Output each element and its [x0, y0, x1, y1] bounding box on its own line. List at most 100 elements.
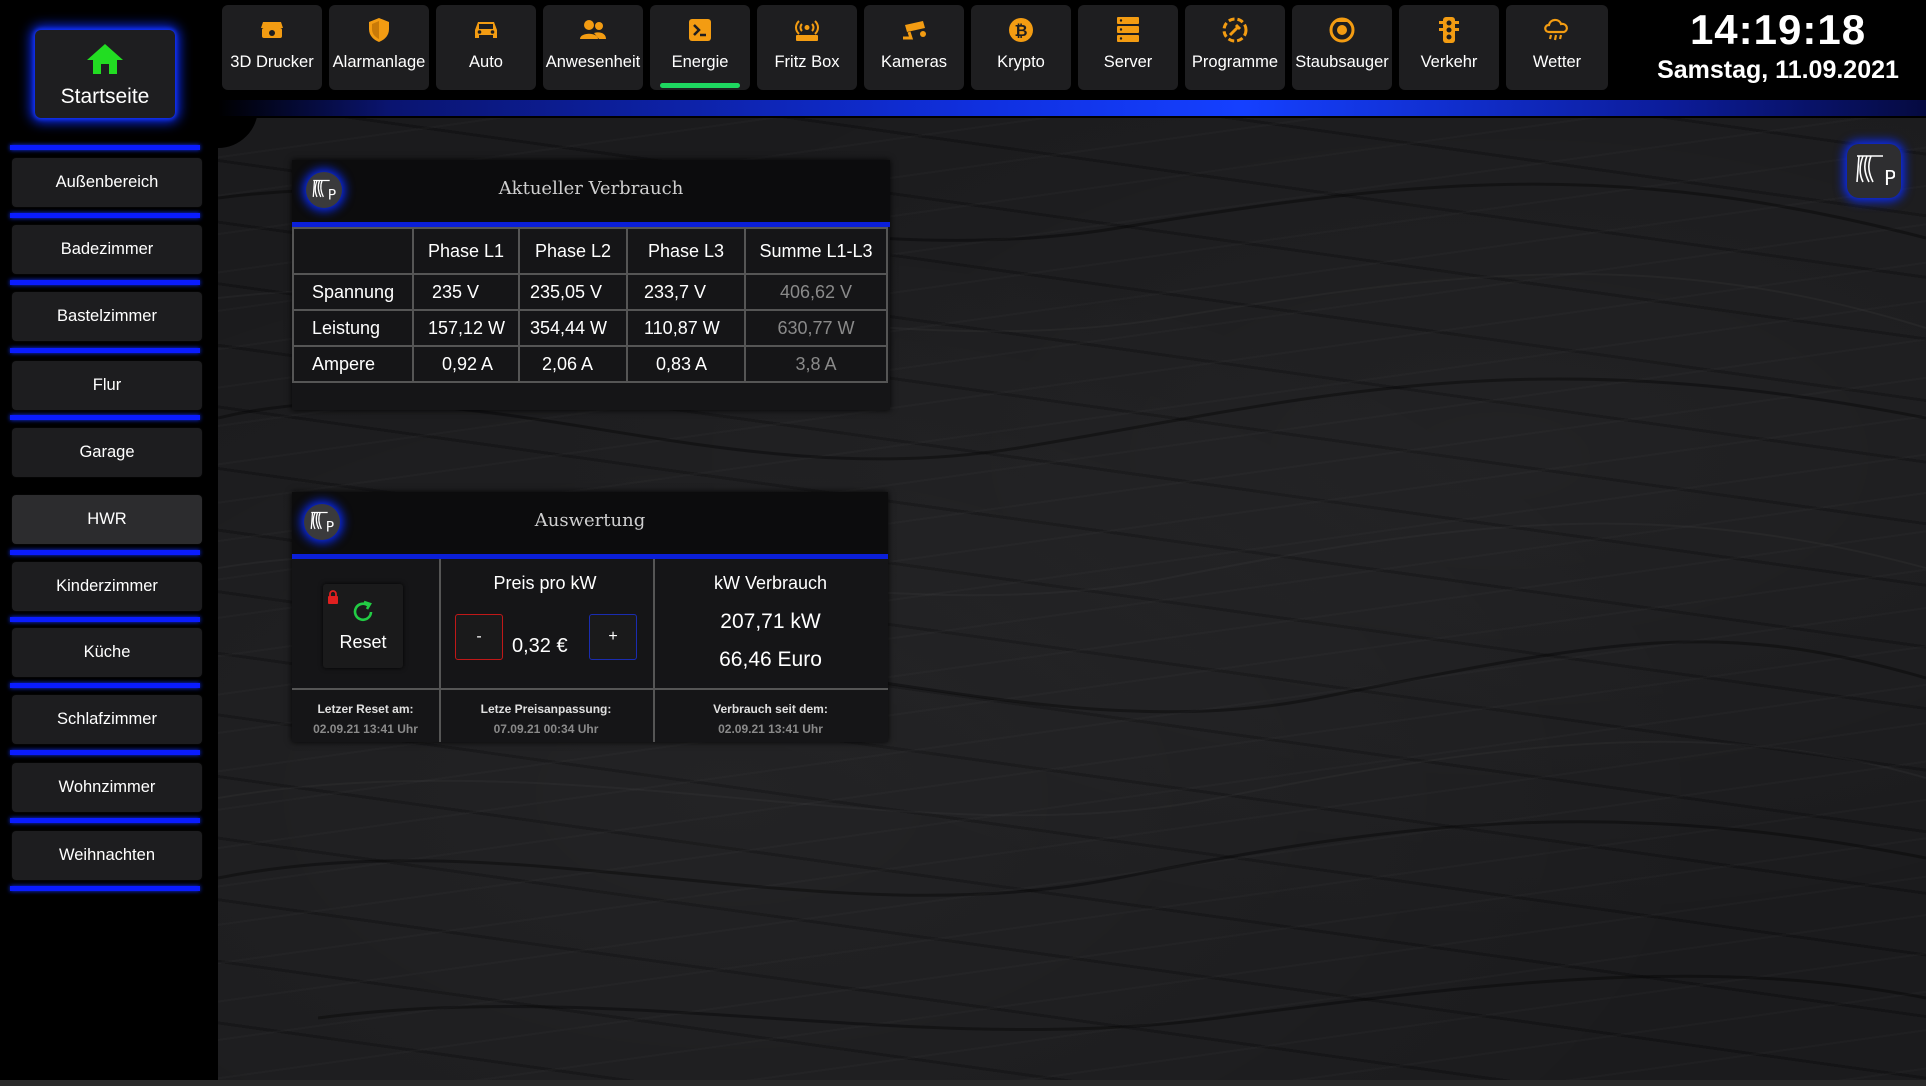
panel-logo-icon: P — [304, 504, 340, 540]
last-price-value: 07.09.21 00:34 Uhr — [493, 722, 599, 736]
sidebar-divider — [10, 415, 200, 420]
top-nav: 3D Drucker Alarmanlage Auto Anwesenheit … — [218, 0, 1618, 96]
sidebar-divider — [10, 213, 200, 218]
table-cell: 406,62 V — [744, 273, 888, 311]
table-cell: 110,87 W — [626, 309, 746, 347]
table-cell: 235,05 V — [518, 273, 628, 311]
sidebar-divider — [10, 280, 200, 285]
svg-text:P: P — [326, 519, 334, 534]
clock-date: Samstag, 11.09.2021 — [1657, 56, 1899, 84]
usage-kw: 207,71 kW — [720, 610, 821, 633]
price-label: Preis pro kW — [493, 573, 597, 593]
table-row: Spannung 235 V 235,05 V 233,7 V 406,62 V — [292, 273, 888, 311]
sidebar-item-weihnachten[interactable]: Weihnachten — [12, 831, 202, 880]
printer-3d-icon — [257, 15, 287, 45]
tab-label: Fritz Box — [774, 53, 840, 71]
tab-label: Server — [1103, 53, 1153, 71]
reset-button[interactable]: Reset — [323, 584, 403, 668]
tab-label: Programme — [1191, 53, 1279, 71]
sidebar-item-kueche[interactable]: Küche — [12, 628, 202, 677]
tab-energie[interactable]: Energie — [650, 5, 750, 90]
panel-title: Aktueller Verbrauch — [498, 178, 684, 199]
tab-label: Krypto — [997, 53, 1045, 71]
price-increase-button[interactable]: + — [589, 614, 637, 660]
tab-wetter[interactable]: Wetter — [1506, 5, 1608, 90]
sidebar-item-schlafzimmer[interactable]: Schlafzimmer — [12, 695, 202, 744]
sidebar-divider — [10, 145, 200, 150]
table-header: Phase L3 — [626, 227, 746, 275]
reset-label: Reset — [339, 632, 387, 652]
usage-label: kW Verbrauch — [713, 573, 828, 593]
sidebar-item-kinderzimmer[interactable]: Kinderzimmer — [12, 562, 202, 611]
tab-anwesenheit[interactable]: Anwesenheit — [543, 5, 643, 90]
logo-button[interactable]: P — [1847, 144, 1901, 198]
lock-icon — [327, 590, 339, 609]
consumption-panel: Aktueller Verbrauch P Phase L1 Phase L2 … — [292, 160, 890, 410]
programs-icon — [1220, 15, 1250, 45]
price-value: 0,32 € — [512, 635, 568, 657]
row-label: Ampere — [292, 345, 414, 383]
table-header: Phase L2 — [518, 227, 628, 275]
table-cell: 0,83 A — [626, 345, 746, 383]
price-decrease-button[interactable]: - — [455, 614, 503, 660]
sidebar-item-aussenbereich[interactable]: Außenbereich — [12, 158, 202, 207]
tab-kameras[interactable]: Kameras — [864, 5, 964, 90]
shield-icon — [364, 15, 394, 45]
tab-krypto[interactable]: ₿ Krypto — [971, 5, 1071, 90]
table-header-row: Phase L1 Phase L2 Phase L3 Summe L1-L3 — [292, 227, 888, 275]
table-row: Leistung 157,12 W 354,44 W 110,87 W 630,… — [292, 309, 888, 347]
clock: 14:19:18 Samstag, 11.09.2021 — [1630, 6, 1926, 85]
tab-label: 3D Drucker — [230, 53, 314, 71]
sidebar-divider — [10, 617, 200, 622]
table-cell: 2,06 A — [518, 345, 628, 383]
panel-title: Auswertung — [534, 510, 646, 531]
sidebar-item-garage[interactable]: Garage — [12, 428, 202, 477]
sidebar-divider — [10, 886, 200, 891]
tab-auto[interactable]: Auto — [436, 5, 536, 90]
sidebar-item-hwr[interactable]: HWR — [12, 495, 202, 544]
row-label: Leistung — [292, 309, 414, 347]
server-icon — [1113, 15, 1143, 45]
home-label: Startseite — [60, 85, 150, 108]
weather-icon — [1542, 15, 1572, 45]
tab-fritz-box[interactable]: Fritz Box — [757, 5, 857, 90]
sidebar-item-badezimmer[interactable]: Badezimmer — [12, 225, 202, 274]
table-header: Summe L1-L3 — [744, 227, 888, 275]
table-header — [292, 227, 414, 275]
energy-icon — [685, 15, 715, 45]
panel-header: Aktueller Verbrauch — [292, 160, 890, 227]
tab-alarmanlage[interactable]: Alarmanlage — [329, 5, 429, 90]
tab-label: Anwesenheit — [545, 53, 641, 71]
refresh-icon — [350, 599, 376, 630]
sidebar-item-bastelzimmer[interactable]: Bastelzimmer — [12, 292, 202, 341]
sidebar-item-flur[interactable]: Flur — [12, 361, 202, 410]
home-button[interactable]: Startseite — [35, 30, 175, 118]
evaluation-panel: Auswertung P Reset Preis pro kW - 0,32 €… — [292, 492, 888, 742]
tab-label: Wetter — [1532, 53, 1582, 71]
sidebar-divider — [10, 550, 200, 555]
svg-text:P: P — [1884, 166, 1895, 190]
last-reset-value: 02.09.21 13:41 Uhr — [313, 722, 418, 736]
tab-3d-drucker[interactable]: 3D Drucker — [222, 5, 322, 90]
tab-programme[interactable]: Programme — [1185, 5, 1285, 90]
table-cell: 630,77 W — [744, 309, 888, 347]
traffic-light-icon — [1434, 15, 1464, 45]
row-label: Spannung — [292, 273, 414, 311]
top-glow-bar — [218, 100, 1926, 116]
table-row-empty — [293, 382, 887, 401]
sidebar-divider — [10, 348, 200, 353]
table-cell: 354,44 W — [518, 309, 628, 347]
tab-verkehr[interactable]: Verkehr — [1399, 5, 1499, 90]
panel-header: Auswertung — [292, 492, 888, 559]
tab-server[interactable]: Server — [1078, 5, 1178, 90]
sidebar-item-wohnzimmer[interactable]: Wohnzimmer — [12, 763, 202, 812]
usage-euro: 66,46 Euro — [719, 648, 822, 671]
car-icon — [471, 15, 501, 45]
tab-label: Alarmanlage — [332, 53, 426, 71]
sidebar-divider — [10, 818, 200, 823]
tab-staubsauger[interactable]: Staubsauger — [1292, 5, 1392, 90]
table-header: Phase L1 — [412, 227, 520, 275]
vacuum-icon — [1327, 15, 1357, 45]
tab-label: Kameras — [880, 53, 948, 71]
sidebar-divider — [10, 683, 200, 688]
